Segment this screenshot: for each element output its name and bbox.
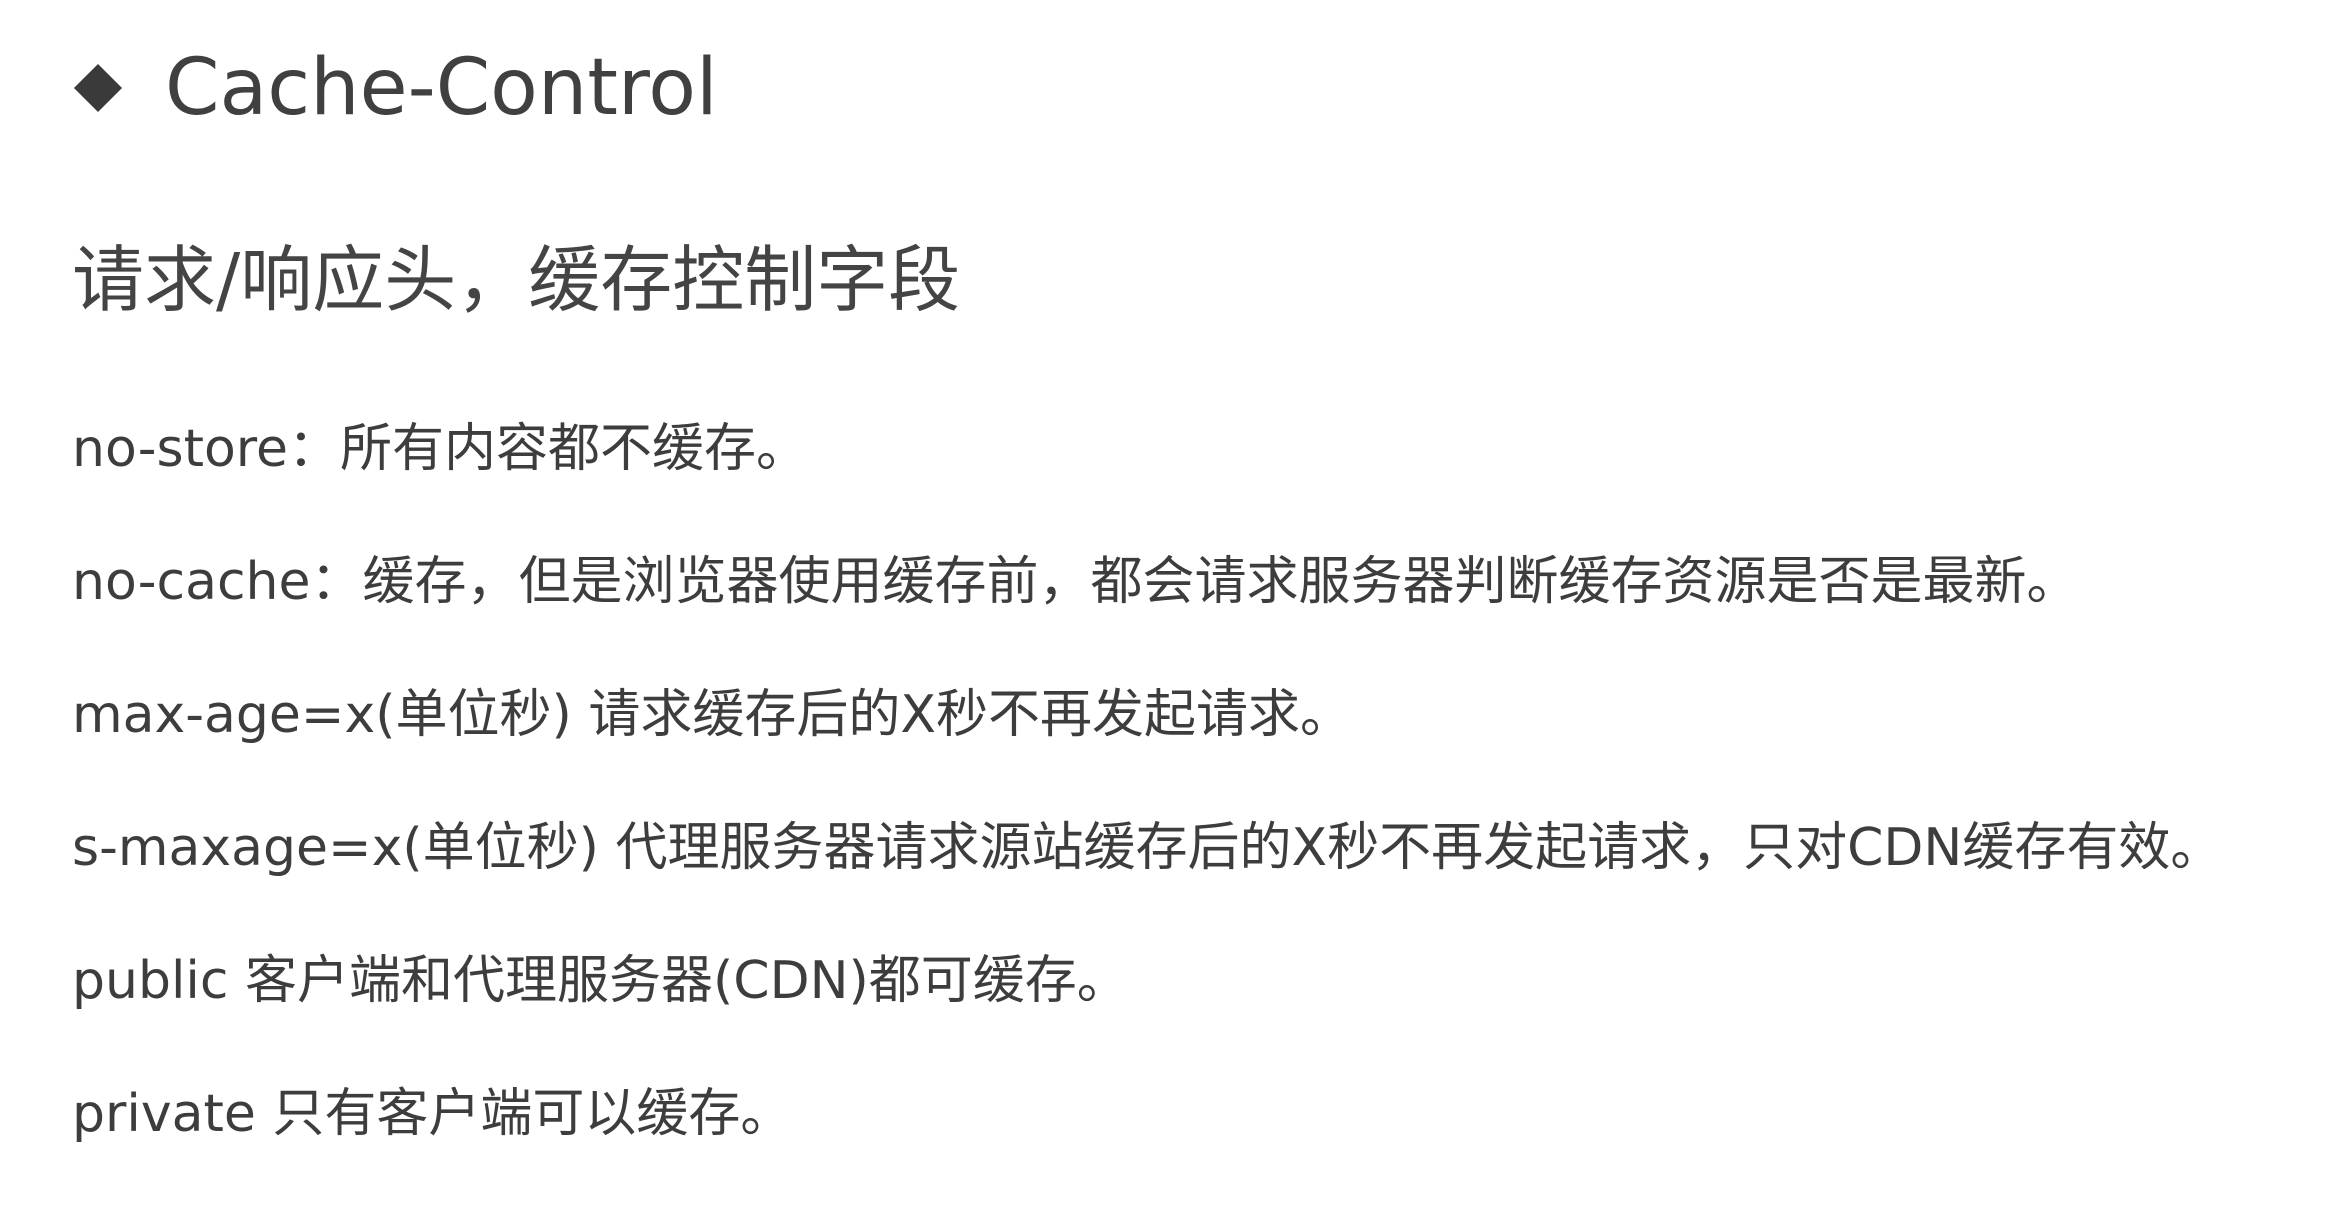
slide-subtitle: 请求/响应头，缓存控制字段: [72, 238, 961, 322]
directive-list: no-store：所有内容都不缓存。 no-cache：缓存，但是浏览器使用缓存…: [72, 414, 2222, 1212]
diamond-bullet-icon: [75, 65, 121, 111]
slide-title: Cache-Control: [165, 43, 718, 133]
directive-no-cache: no-cache：缓存，但是浏览器使用缓存前，都会请求服务器判断缓存资源是否是最…: [72, 552, 2079, 612]
directive-max-age: max-age=x(单位秒) 请求缓存后的X秒不再发起请求。: [72, 685, 1352, 745]
slide: Cache-Control 请求/响应头，缓存控制字段 no-store：所有内…: [0, 0, 2344, 1162]
directive-public: public 客户端和代理服务器(CDN)都可缓存。: [72, 951, 1129, 1011]
directive-private: private 只有客户端可以缓存。: [72, 1084, 793, 1144]
title-row: Cache-Control: [75, 38, 718, 138]
directive-no-store: no-store：所有内容都不缓存。: [72, 419, 809, 479]
directive-s-maxage: s-maxage=x(单位秒) 代理服务器请求源站缓存后的X秒不再发起请求，只对…: [72, 818, 2223, 878]
